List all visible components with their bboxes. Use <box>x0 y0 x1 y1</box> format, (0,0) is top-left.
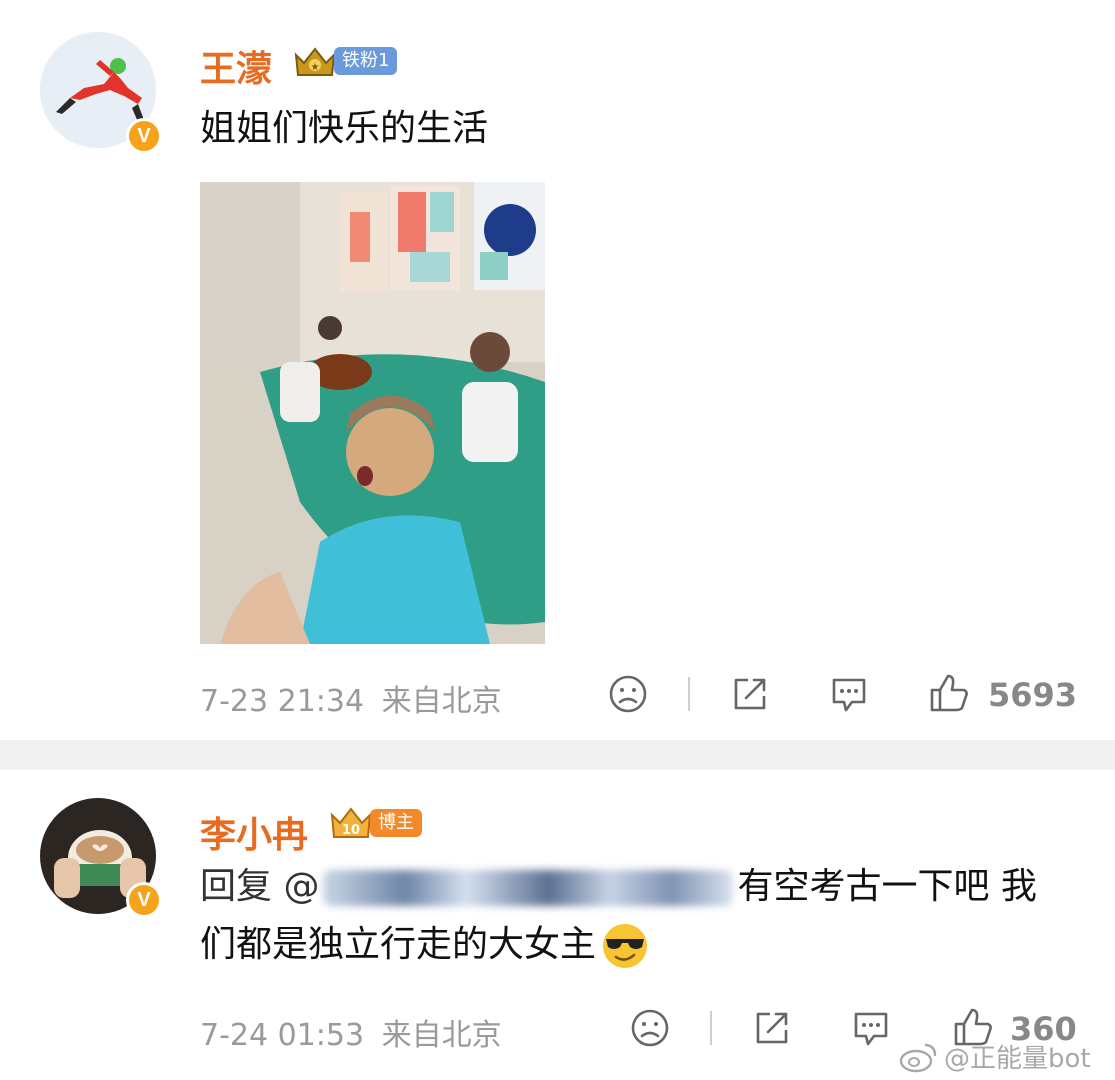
watermark-text: @正能量bot <box>944 1044 1091 1074</box>
reply-mention[interactable]: 回复 @ <box>200 866 319 907</box>
location: 来自北京 <box>381 1018 502 1053</box>
svg-text:★: ★ <box>311 62 320 73</box>
divider <box>710 1011 712 1045</box>
location: 来自北京 <box>381 684 502 719</box>
section-divider <box>0 740 1115 770</box>
verified-v-icon: V <box>126 882 162 918</box>
like-count: 5693 <box>988 676 1078 714</box>
comment-icon[interactable] <box>850 1008 892 1050</box>
like-icon[interactable] <box>928 672 970 714</box>
timestamp: 7-23 21:34 <box>200 684 365 719</box>
crown-level: 10 <box>342 823 360 838</box>
divider <box>688 677 690 711</box>
fan-badge-label: 铁粉1 <box>334 47 398 75</box>
share-icon[interactable] <box>752 1008 792 1048</box>
comment-icon[interactable] <box>828 674 870 716</box>
verified-v-icon: V <box>126 118 162 154</box>
comment-1: V 王濛 ★ 铁粉1 姐姐们快乐的生活 7-23 21:34 来自北京 5693 <box>0 0 1115 740</box>
comment-text: 回复 @ 有空考古一下吧 我 们都是独立行走的大女主 <box>200 858 1070 974</box>
comment-text: 姐姐们快乐的生活 <box>200 108 489 149</box>
cool-emoji-icon <box>603 924 648 968</box>
comment-text-part1: 有空考古一下吧 我 <box>737 866 1037 907</box>
fan-badge[interactable]: ★ 铁粉1 <box>292 46 398 76</box>
crown-icon: ★ <box>294 47 336 76</box>
sad-face-icon[interactable] <box>608 674 648 714</box>
watermark: @正能量bot <box>898 1038 1091 1075</box>
username[interactable]: 王濛 <box>200 40 272 92</box>
username[interactable]: 李小冉 <box>200 806 308 858</box>
blogger-badge-label: 博主 <box>370 809 422 837</box>
crown-icon: 10 <box>330 807 372 838</box>
comment-meta: 7-24 01:53 来自北京 <box>200 1010 502 1054</box>
blurred-username <box>323 870 734 906</box>
weibo-logo-icon <box>899 1043 937 1072</box>
share-icon[interactable] <box>730 674 770 714</box>
timestamp: 7-24 01:53 <box>200 1018 365 1053</box>
sad-face-icon[interactable] <box>630 1008 670 1048</box>
comment-text-part2: 们都是独立行走的大女主 <box>200 924 597 965</box>
blogger-badge[interactable]: 10 博主 <box>328 807 422 838</box>
comment-meta: 7-23 21:34 来自北京 <box>200 676 502 720</box>
post-photo[interactable] <box>200 182 545 644</box>
